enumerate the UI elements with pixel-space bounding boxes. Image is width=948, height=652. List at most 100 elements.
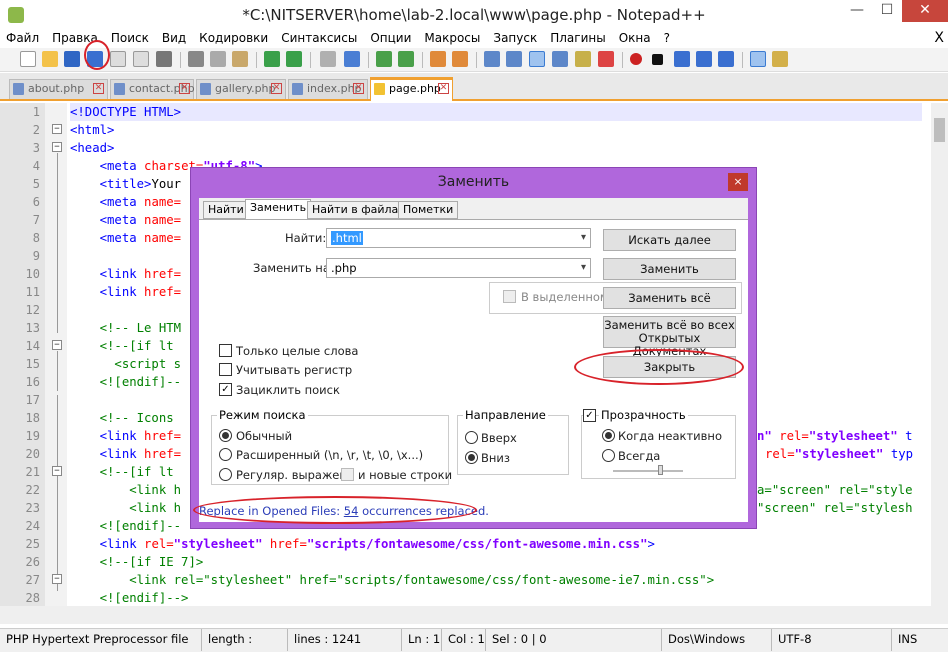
paste-icon[interactable] [232, 51, 248, 67]
dialog-close-button[interactable]: × [728, 173, 748, 191]
transparency-checkbox[interactable]: ✓ [583, 409, 596, 422]
tab-replace[interactable]: Заменить [245, 199, 312, 220]
close-tab-icon[interactable]: ✕ [353, 83, 364, 94]
tab-page-php[interactable]: page.php ✕ [370, 77, 453, 101]
find-icon[interactable] [320, 51, 336, 67]
mode-normal-radio[interactable] [219, 429, 232, 442]
stop-macro-icon[interactable] [652, 54, 663, 65]
fold-toggle-icon[interactable]: − [52, 466, 62, 476]
code-token: href= [144, 447, 182, 461]
auto-spell-check-icon[interactable] [772, 51, 788, 67]
mode-extended-radio[interactable] [219, 448, 232, 461]
replace-icon[interactable] [344, 51, 360, 67]
close-tab-icon[interactable]: ✕ [93, 83, 104, 94]
transparency-always-radio[interactable] [602, 449, 615, 462]
save-macro-icon[interactable] [718, 51, 734, 67]
dot-newline-checkbox[interactable] [341, 468, 354, 481]
chevron-down-icon[interactable]: ▾ [581, 229, 586, 247]
find-next-button[interactable]: Искать далее [603, 229, 736, 251]
code-token: rel= [831, 483, 869, 497]
menu-search[interactable]: Поиск [105, 30, 156, 48]
close-tab-icon[interactable]: ✕ [271, 83, 282, 94]
tab-find[interactable]: Найти [203, 201, 249, 219]
mode-regex-radio[interactable] [219, 468, 232, 481]
code-token: "stylesheet" [203, 573, 293, 587]
close-tab-icon[interactable]: ✕ [438, 83, 449, 94]
maximize-button[interactable]: ☐ [872, 0, 902, 22]
tab-about-php[interactable]: about.php ✕ [9, 79, 108, 99]
fold-toggle-icon[interactable]: − [52, 124, 62, 134]
button-label-line1: Заменить всё во всех [604, 318, 735, 332]
close-window-button[interactable]: ✕ [902, 0, 948, 22]
menu-encoding[interactable]: Кодировки [193, 30, 275, 48]
indent-guide-icon[interactable] [529, 51, 545, 67]
fold-toggle-icon[interactable]: − [52, 574, 62, 584]
undo-icon[interactable] [264, 51, 280, 67]
redo-icon[interactable] [286, 51, 302, 67]
user-language-icon[interactable] [552, 51, 568, 67]
sync-vertical-icon[interactable] [430, 51, 446, 67]
direction-down-radio[interactable] [465, 451, 478, 464]
transparency-slider[interactable] [613, 470, 683, 472]
menu-plugins[interactable]: Плагины [544, 30, 612, 48]
code-token: <meta [70, 231, 145, 245]
in-selection-checkbox[interactable] [503, 290, 516, 303]
scrollbar-thumb[interactable] [934, 118, 945, 142]
match-case-checkbox[interactable] [219, 363, 232, 376]
tab-index-php[interactable]: index.php ✕ [288, 79, 368, 99]
function-list-icon[interactable] [598, 51, 614, 67]
replace-all-button[interactable]: Заменить всё [603, 287, 736, 309]
cut-icon[interactable] [188, 51, 204, 67]
menu-view[interactable]: Вид [156, 30, 193, 48]
whole-word-checkbox[interactable] [219, 344, 232, 357]
zoom-in-icon[interactable] [376, 51, 392, 67]
doc-map-icon[interactable] [575, 51, 591, 67]
horizontal-scrollbar[interactable] [0, 606, 948, 624]
open-file-icon[interactable] [42, 51, 58, 67]
chevron-down-icon[interactable]: ▾ [581, 259, 586, 277]
close-document-menu-icon[interactable]: X [934, 30, 944, 46]
new-file-icon[interactable] [20, 51, 36, 67]
transparency-inactive-radio[interactable] [602, 429, 615, 442]
find-input[interactable]: .html ▾ [326, 228, 591, 248]
tab-find-in-files[interactable]: Найти в файлах [307, 201, 410, 219]
direction-up-radio[interactable] [465, 431, 478, 444]
menu-help[interactable]: ? [658, 30, 677, 48]
menu-macro[interactable]: Макросы [418, 30, 487, 48]
code-line-tail: rel="stylesheet" typ [765, 445, 913, 463]
record-macro-icon[interactable] [630, 53, 642, 65]
tab-mark[interactable]: Пометки [398, 201, 459, 219]
save-icon[interactable] [64, 51, 80, 67]
close-file-icon[interactable] [110, 51, 126, 67]
slider-handle[interactable] [658, 465, 663, 475]
sync-horizontal-icon[interactable] [452, 51, 468, 67]
menu-file[interactable]: Файл [0, 30, 46, 48]
vertical-scrollbar[interactable] [931, 103, 948, 606]
menu-settings[interactable]: Опции [364, 30, 418, 48]
show-all-chars-icon[interactable] [506, 51, 522, 67]
replace-input[interactable]: .php ▾ [326, 258, 591, 278]
replace-all-open-docs-button[interactable]: Заменить всё во всех Открытых Документах [603, 316, 736, 358]
menu-run[interactable]: Запуск [487, 30, 544, 48]
minimize-button[interactable]: — [842, 0, 872, 22]
menu-window[interactable]: Окна [613, 30, 658, 48]
close-all-icon[interactable] [133, 51, 149, 67]
tab-contact-php[interactable]: contact.php ✕ [110, 79, 195, 99]
replace-button[interactable]: Заменить [603, 258, 736, 280]
wrap-around-checkbox[interactable]: ✓ [219, 383, 232, 396]
print-icon[interactable] [156, 51, 172, 67]
spell-check-icon[interactable] [750, 51, 766, 67]
close-tab-icon[interactable]: ✕ [179, 83, 190, 94]
fold-toggle-icon[interactable]: − [52, 340, 62, 350]
status-bar: PHP Hypertext Preprocessor file length :… [0, 628, 948, 652]
play-macro-icon[interactable] [674, 51, 690, 67]
notepadpp-window: *C:\NITSERVER\home\lab-2.local\www\page.… [0, 0, 948, 652]
fold-toggle-icon[interactable]: − [52, 142, 62, 152]
tab-gallery-php[interactable]: gallery.php ✕ [196, 79, 286, 99]
play-macro-multiple-icon[interactable] [696, 51, 712, 67]
zoom-out-icon[interactable] [398, 51, 414, 67]
word-wrap-icon[interactable] [484, 51, 500, 67]
line-number: 27 [25, 573, 40, 587]
copy-icon[interactable] [210, 51, 226, 67]
menu-language[interactable]: Синтаксисы [275, 30, 364, 48]
